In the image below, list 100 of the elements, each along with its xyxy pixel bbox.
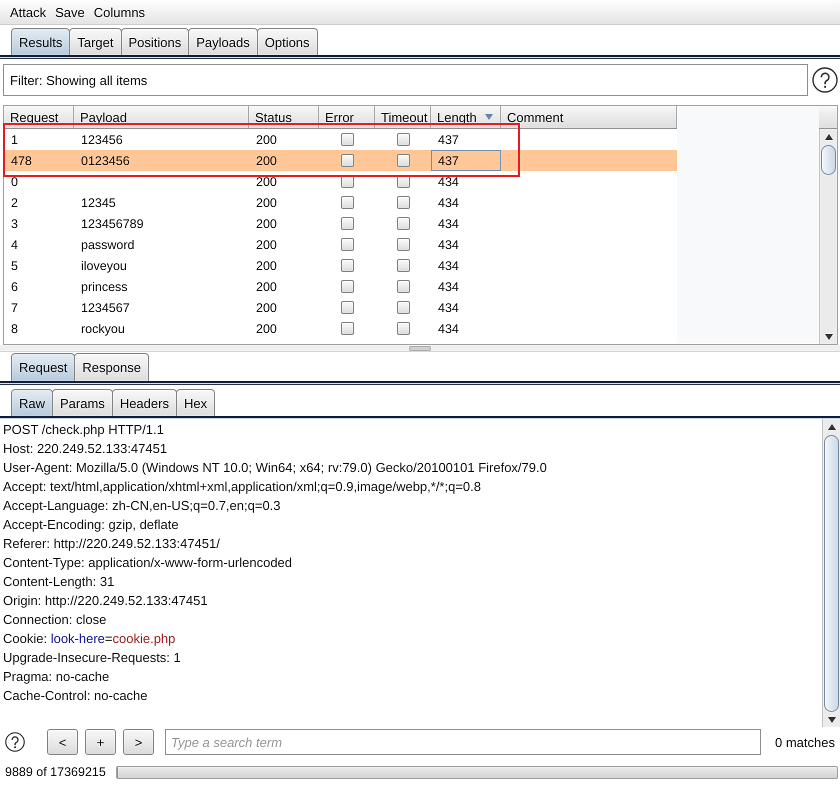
table-cell-text: 200 — [255, 300, 278, 316]
table-cell-text: 434 — [437, 174, 460, 190]
scroll-down-icon[interactable] — [824, 334, 832, 340]
table-cell-text: 4 — [10, 236, 19, 254]
table-cell-text: 437 — [437, 132, 460, 148]
table-row[interactable]: 1 123456 200 437 — [4, 129, 677, 150]
column-header[interactable]: Error — [319, 106, 375, 128]
table-cell-text: 478 — [10, 152, 33, 170]
search-nav-button[interactable]: > — [123, 729, 154, 755]
message-line: Origin: http://220.249.52.133:47451 — [3, 592, 208, 610]
table-cell-text: 434 — [437, 300, 460, 316]
tab[interactable]: Target — [69, 28, 122, 55]
table-cell-text: 123456789 — [80, 216, 145, 232]
table-cell-text: 200 — [255, 174, 278, 190]
column-header[interactable]: Length — [431, 106, 501, 128]
column-header[interactable]: Status — [249, 106, 319, 128]
search-field[interactable]: Type a search term — [165, 729, 761, 755]
message-line: Cookie: look-here=cookie.php — [3, 630, 176, 648]
header-corner — [819, 106, 837, 129]
tab[interactable]: Hex — [176, 389, 216, 416]
column-header[interactable]: Request — [4, 106, 74, 128]
table-cell-text: 0123456 — [80, 152, 131, 170]
sort-arrow-icon — [485, 114, 493, 120]
table-row[interactable]: 0 200 434 — [4, 171, 677, 192]
table-cell-text: 200 — [255, 278, 278, 296]
table-cell-text: 434 — [437, 236, 460, 254]
message-line: Content-Length: 31 — [3, 573, 114, 591]
table-cell-text: rockyou — [80, 320, 126, 338]
message-line: User-Agent: Mozilla/5.0 (Windows NT 10.0; Win64; x64; rv:79.0) Gecko/20100101 Firefox/79.0 — [3, 459, 547, 477]
help-icon[interactable] — [5, 732, 25, 752]
tab[interactable]: Request — [11, 353, 76, 381]
table-cell-text: 5 — [10, 258, 19, 274]
table-cell-text: 1 — [10, 132, 19, 148]
table-cell-text: 7 — [10, 300, 19, 316]
message-line: Accept-Language: zh-CN,en-US;q=0.7,en;q=0.3 — [3, 497, 281, 515]
table-row[interactable]: 3 123456789 200 434 — [4, 213, 677, 234]
scrollbar-thumb[interactable] — [821, 145, 836, 175]
match-count: 0 matches — [775, 734, 835, 750]
table-cell-text: 200 — [255, 216, 278, 232]
message-line: Host: 220.249.52.133:47451 — [3, 440, 168, 458]
table-cell-text: iloveyou — [80, 258, 128, 275]
table-cell-text: 8 — [10, 320, 19, 338]
table-cell-text: password — [80, 236, 136, 254]
table-row[interactable]: 5 iloveyou 200 434 — [4, 255, 677, 276]
table-cell-text: 200 — [255, 152, 278, 170]
tab[interactable]: Response — [74, 353, 149, 381]
table-cell-text: 3 — [10, 216, 19, 232]
splitter-handle[interactable] — [409, 346, 431, 350]
tab[interactable]: Results — [11, 28, 70, 55]
message-line: Accept: text/html,application/xhtml+xml,application/xml;q=0.9,image/webp,*/*;q=0.8 — [3, 478, 481, 496]
table-cell-text: 434 — [437, 320, 460, 338]
message-line: Content-Type: application/x-www-form-urlencoded — [3, 554, 292, 572]
tab[interactable]: Params — [52, 389, 113, 416]
table-row[interactable]: 8 rockyou 200 434 — [4, 318, 677, 339]
table-cell-text: 0 — [10, 174, 19, 190]
message-line: Pragma: no-cache — [3, 668, 110, 686]
tab[interactable]: Headers — [112, 389, 177, 416]
message-line: Connection: close — [3, 611, 106, 629]
table-cell: 437 — [431, 150, 501, 171]
table-row[interactable]: 478 0123456 200 437 — [4, 150, 677, 171]
table-cell-text: 200 — [255, 236, 278, 254]
scrollbar[interactable] — [819, 129, 837, 344]
table-cell-text: 200 — [255, 194, 278, 212]
table-cell-text: 434 — [437, 216, 460, 232]
progress-label: 9889 of 17369215 — [5, 765, 106, 779]
table-cell-text: 6 — [10, 278, 19, 296]
table-cell-text: 12345 — [80, 194, 117, 212]
table-row[interactable]: 2 12345 200 434 — [4, 192, 677, 213]
column-header[interactable]: Timeout — [375, 106, 431, 128]
scroll-up-icon[interactable] — [828, 424, 836, 430]
table-row[interactable]: 7 1234567 200 434 — [4, 297, 677, 318]
table-cell-text: 434 — [437, 258, 460, 274]
tab[interactable]: Raw — [11, 389, 54, 416]
table-cell-text: princess — [80, 278, 129, 296]
table-cell-text: 200 — [255, 132, 278, 148]
table-row[interactable]: 6 princess 200 434 — [4, 276, 677, 297]
message-line: Upgrade-Insecure-Requests: 1 — [3, 649, 181, 667]
scroll-up-icon[interactable] — [824, 134, 832, 140]
message-line: Cache-Control: no-cache — [3, 687, 148, 705]
scroll-down-icon[interactable] — [828, 717, 836, 723]
help-icon[interactable] — [812, 67, 838, 93]
menu-item[interactable]: Attack — [10, 4, 46, 20]
search-nav-button[interactable]: + — [85, 729, 116, 755]
column-header[interactable]: Payload — [74, 106, 249, 128]
tab[interactable]: Positions — [120, 28, 190, 55]
menu-item[interactable]: Columns — [94, 4, 146, 20]
table-cell-text: 200 — [255, 258, 278, 274]
tab[interactable]: Options — [256, 28, 318, 55]
tab[interactable]: Payloads — [188, 28, 258, 55]
filter-bar[interactable]: Filter: Showing all items — [3, 64, 808, 96]
search-nav-button[interactable]: < — [47, 729, 78, 755]
menu-item[interactable]: Save — [55, 4, 85, 20]
table-row[interactable]: 4 password 200 434 — [4, 234, 677, 255]
table-cell-text: 123456 — [80, 132, 124, 148]
table-cell-text: 434 — [437, 194, 460, 212]
scrollbar-thumb[interactable] — [824, 435, 839, 712]
scrollbar[interactable] — [822, 419, 840, 727]
message-line: Referer: http://220.249.52.133:47451/ — [3, 535, 220, 553]
table-cell-text: 1234567 — [80, 300, 131, 316]
message-line: Accept-Encoding: gzip, deflate — [3, 516, 179, 534]
